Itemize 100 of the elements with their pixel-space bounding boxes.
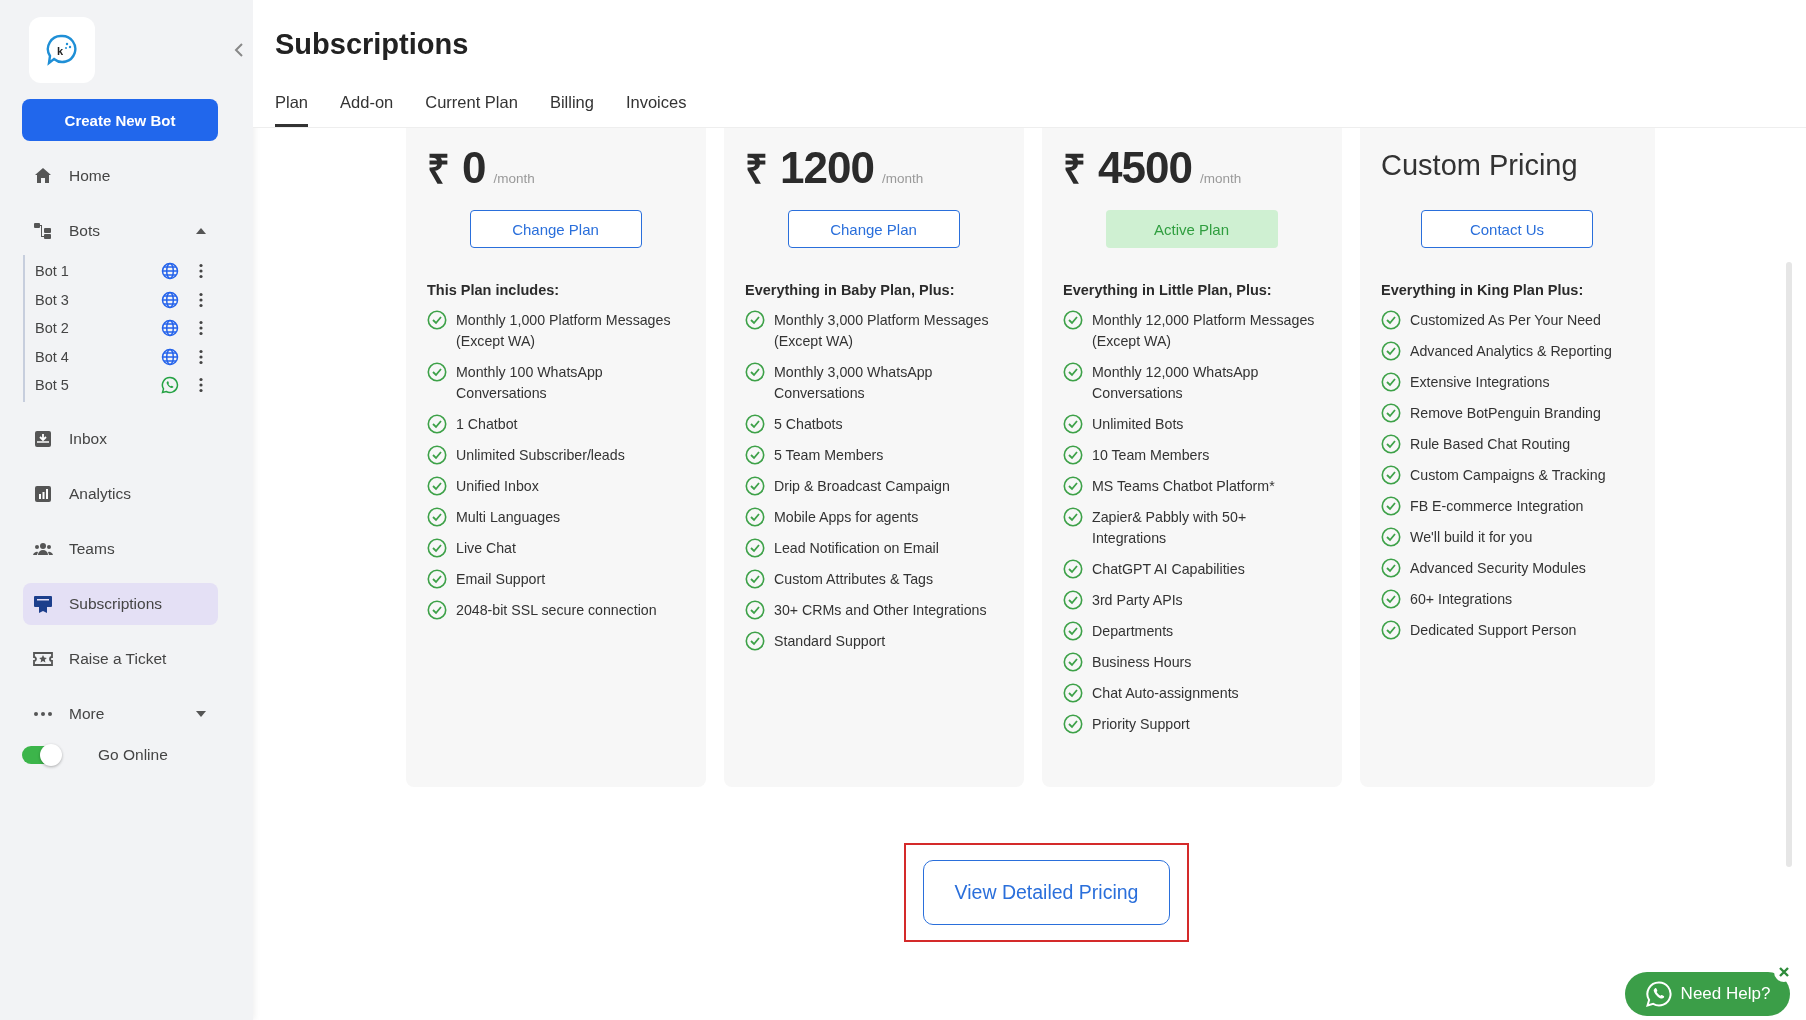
feature-text: Monthly 12,000 WhatsApp Conversations (1092, 363, 1260, 403)
nav-item[interactable]: Home (23, 155, 218, 197)
feature-text: Multi Languages (456, 508, 561, 527)
bot-name: Bot 2 (35, 320, 70, 337)
bot-item[interactable]: Bot 2 (25, 314, 203, 343)
check-circle-icon (745, 600, 765, 620)
check-circle-icon (1063, 362, 1083, 382)
plan-button[interactable]: Change Plan (469, 210, 642, 248)
bot-item[interactable]: Bot 3 (25, 285, 203, 314)
check-circle-icon (427, 414, 447, 434)
caret-icon (196, 710, 206, 717)
nav-item[interactable]: Subscriptions (23, 582, 218, 625)
feature-text: 5 Chatbots (774, 415, 843, 434)
bot-item[interactable]: Bot 5 (25, 371, 203, 400)
logo-icon: k (29, 17, 95, 83)
check-circle-icon (745, 507, 765, 527)
nav-item[interactable]: Raise a Ticket (23, 637, 218, 680)
tab[interactable]: Billing (549, 93, 594, 127)
tab[interactable]: Plan (275, 93, 309, 127)
plan-price: 4500 (1098, 143, 1192, 193)
feature-text: Chat Auto-assignments (1092, 684, 1239, 703)
tab[interactable]: Add-on (340, 93, 394, 127)
currency-symbol: ₹ (427, 146, 450, 193)
feature-text: Rule Based Chat Routing (1410, 435, 1571, 454)
check-circle-icon (745, 414, 765, 434)
kebab-menu-icon[interactable] (199, 377, 203, 394)
feature-text: 30+ CRMs and Other Integrations (774, 601, 987, 620)
check-circle-icon (745, 310, 765, 330)
feature-text: Business Hours (1092, 653, 1192, 672)
check-circle-icon (1381, 434, 1401, 454)
feature-text: Priority Support (1092, 715, 1190, 734)
check-circle-icon (745, 445, 765, 465)
whatsapp-icon (161, 376, 179, 395)
check-circle-icon (1381, 527, 1401, 547)
feature-text: 5 Team Members (774, 446, 884, 465)
online-toggle[interactable] (22, 745, 60, 764)
plan-price: 1200 (780, 143, 874, 193)
features-heading: Everything in Little Plan, Plus: (1063, 282, 1273, 298)
feature-text: Monthly 12,000 Platform Messages (Except WA) (1092, 311, 1316, 351)
currency-symbol: ₹ (1063, 146, 1086, 193)
nav-item[interactable]: Analytics (23, 472, 218, 515)
feature-text: Zapier& Pabbly with 50+ Integrations (1092, 508, 1248, 548)
nav-item[interactable]: Inbox (23, 417, 218, 460)
check-circle-icon (1063, 414, 1083, 434)
feature-text: 60+ Integrations (1410, 590, 1513, 609)
feature-text: Unlimited Subscriber/leads (456, 446, 625, 465)
check-circle-icon (1063, 590, 1083, 610)
home-icon (33, 166, 53, 186)
feature-text: 10 Team Members (1092, 446, 1210, 465)
check-circle-icon (1381, 341, 1401, 361)
features-heading: This Plan includes: (427, 282, 561, 298)
features-heading: Everything in King Plan Plus: (1381, 282, 1585, 298)
bot-item[interactable]: Bot 1 (25, 257, 203, 286)
feature-text: Lead Notification on Email (774, 539, 939, 558)
dots-icon (33, 711, 53, 716)
kebab-menu-icon[interactable] (199, 263, 203, 280)
feature-text: Email Support (456, 570, 546, 589)
feature-text: Custom Campaigns & Tracking (1410, 466, 1606, 485)
feature-text: Live Chat (456, 539, 516, 558)
nav-item[interactable]: Bots (23, 210, 218, 252)
price-period: /month (1199, 171, 1242, 186)
check-circle-icon (1381, 496, 1401, 516)
globe-icon (161, 319, 179, 338)
flowchart-icon (33, 221, 53, 241)
monitor-icon (33, 593, 53, 614)
collapse-icon[interactable] (234, 42, 244, 58)
bot-name: Bot 4 (35, 348, 70, 365)
feature-text: Custom Attributes & Tags (774, 570, 934, 589)
feature-text: Drip & Broadcast Campaign (774, 477, 950, 496)
check-circle-icon (427, 538, 447, 558)
check-circle-icon (1381, 372, 1401, 392)
feature-text: MS Teams Chatbot Platform* (1092, 477, 1275, 496)
features-heading: Everything in Baby Plan, Plus: (745, 282, 956, 298)
check-circle-icon (1063, 310, 1083, 330)
check-circle-icon (1381, 620, 1401, 640)
create-bot-button[interactable]: Create New Bot (22, 99, 218, 141)
check-circle-icon (427, 507, 447, 527)
bot-name: Bot 5 (35, 377, 70, 394)
view-pricing-button[interactable]: View Detailed Pricing (923, 860, 1170, 925)
tab[interactable]: Current Plan (425, 93, 518, 127)
kebab-menu-icon[interactable] (199, 320, 203, 337)
feature-text: Advanced Analytics & Reporting (1410, 342, 1612, 361)
plan-button[interactable]: Contact Us (1421, 210, 1593, 248)
tab[interactable]: Invoices (625, 93, 687, 127)
feature-text: Standard Support (774, 632, 886, 651)
kebab-menu-icon[interactable] (199, 348, 203, 365)
nav-item[interactable]: More (23, 692, 218, 735)
check-circle-icon (427, 362, 447, 382)
scrollbar[interactable] (1786, 262, 1792, 867)
check-circle-icon (427, 600, 447, 620)
whatsapp-icon (1644, 980, 1673, 1008)
check-circle-icon (1063, 445, 1083, 465)
nav-item[interactable]: Teams (23, 527, 218, 570)
bar-chart-icon (33, 483, 53, 504)
check-circle-icon (1063, 621, 1083, 641)
check-circle-icon (1063, 476, 1083, 496)
plan-button[interactable]: Change Plan (787, 210, 960, 248)
bot-item[interactable]: Bot 4 (25, 342, 203, 371)
go-online-label: Go Online (98, 745, 168, 764)
kebab-menu-icon[interactable] (199, 291, 203, 308)
